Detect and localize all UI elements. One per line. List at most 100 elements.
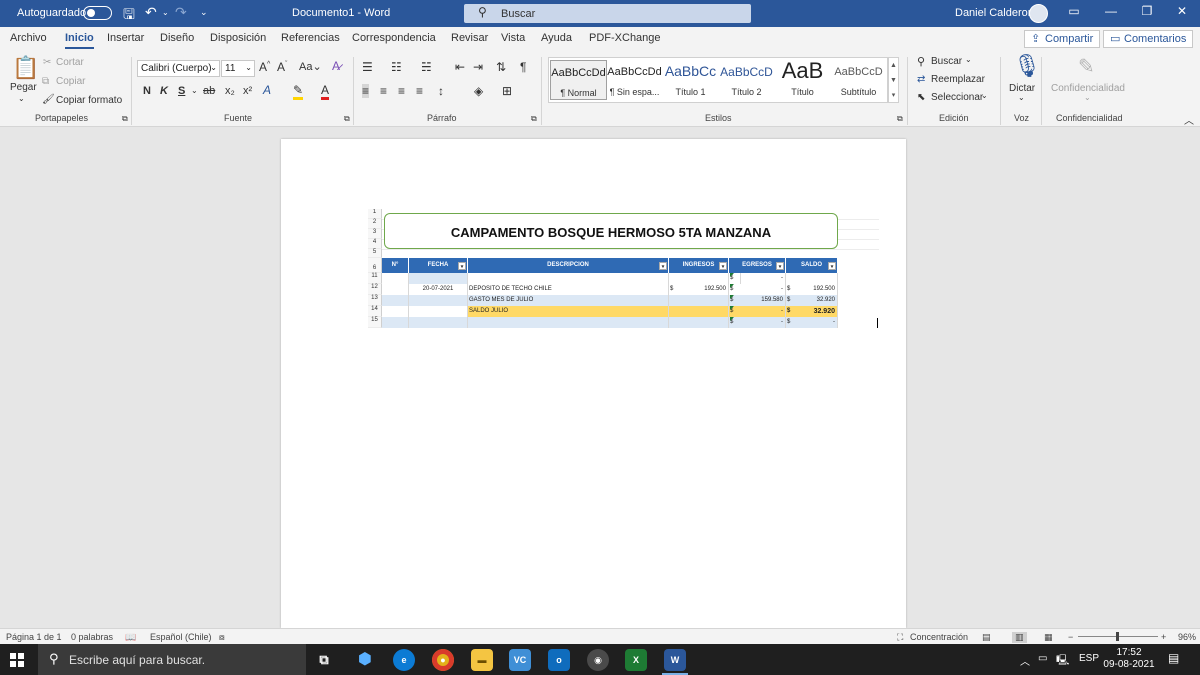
- align-center-icon[interactable]: ≡: [380, 84, 387, 98]
- undo-dropdown-icon[interactable]: ⌄: [162, 8, 169, 17]
- font-launcher-icon[interactable]: ⧉: [344, 114, 350, 124]
- chevron-up-icon[interactable]: ▲: [889, 58, 898, 73]
- battery-icon[interactable]: ▭: [1038, 653, 1047, 664]
- filter-dropdown-icon[interactable]: ▾: [776, 262, 784, 270]
- replace-icon[interactable]: ⇄: [917, 74, 925, 85]
- chevron-down-icon[interactable]: ▼: [889, 73, 898, 88]
- cell-fecha[interactable]: [409, 295, 468, 306]
- style-no-spacing[interactable]: AaBbCcDd ¶ Sin espa...: [606, 60, 663, 100]
- show-hidden-icons-icon[interactable]: ︿: [1020, 653, 1030, 668]
- chevron-down-icon[interactable]: ⌄: [1018, 93, 1025, 102]
- zoom-level[interactable]: 96%: [1178, 632, 1196, 642]
- underline-dropdown-icon[interactable]: ⌄: [191, 86, 198, 95]
- tab-ayuda[interactable]: Ayuda: [541, 32, 572, 44]
- embedded-spreadsheet[interactable]: 1 2 3 4 5 6 11 12 13 14 15 CAMPAMENTO BO…: [368, 209, 879, 330]
- style-normal[interactable]: AaBbCcDd ¶ Normal: [550, 60, 607, 100]
- cell-descripcion[interactable]: GASTO MES DE JULIO: [468, 295, 669, 306]
- paste-dropdown-icon[interactable]: ⌄: [18, 94, 25, 103]
- style-title[interactable]: AaB Título: [774, 58, 831, 100]
- task-view-icon[interactable]: ⧉: [313, 649, 335, 671]
- input-language[interactable]: ESP: [1079, 653, 1099, 664]
- style-heading-2[interactable]: AaBbCcD Título 2: [718, 60, 775, 100]
- cell-egresos[interactable]: 159.580: [741, 295, 786, 306]
- strikethrough-icon[interactable]: ab: [203, 85, 215, 97]
- collapse-ribbon-icon[interactable]: ︿: [1184, 112, 1194, 127]
- zoom-out-icon[interactable]: −: [1068, 632, 1073, 642]
- styles-launcher-icon[interactable]: ⧉: [897, 114, 903, 124]
- proofing-icon[interactable]: 📖: [125, 632, 136, 643]
- select-label[interactable]: Seleccionar: [931, 92, 983, 103]
- justify-icon[interactable]: ≡: [416, 84, 423, 98]
- underline-button[interactable]: S: [178, 85, 185, 97]
- focus-label[interactable]: Concentración: [910, 632, 968, 642]
- system-clock[interactable]: 17:52 09-08-2021: [1101, 647, 1157, 671]
- outlook-icon[interactable]: o: [548, 649, 570, 671]
- select-icon[interactable]: ⬉: [917, 92, 925, 103]
- clear-formatting-icon[interactable]: A̷: [332, 59, 340, 73]
- close-icon[interactable]: ✕: [1172, 4, 1192, 22]
- cell-egresos[interactable]: -: [741, 284, 786, 295]
- network-icon[interactable]: 🖳: [1056, 653, 1069, 670]
- cell-ingresos-currency[interactable]: $: [669, 284, 681, 295]
- taskbar-search[interactable]: ⚲ Escribe aquí para buscar.: [38, 644, 306, 675]
- line-spacing-icon[interactable]: ↕: [438, 84, 444, 98]
- page-count[interactable]: Página 1 de 1: [6, 632, 62, 642]
- focus-icon[interactable]: ⛶: [897, 632, 903, 643]
- cell-ingresos[interactable]: [669, 295, 729, 306]
- increase-indent-icon[interactable]: ⇥: [473, 60, 483, 74]
- cell-saldo[interactable]: 192.500: [798, 284, 838, 295]
- filter-dropdown-icon[interactable]: ▾: [828, 262, 836, 270]
- cell-ingresos[interactable]: [669, 317, 729, 328]
- ribbon-display-options-icon[interactable]: ▭: [1064, 4, 1084, 22]
- autosave-toggle[interactable]: [83, 6, 112, 20]
- edge-icon[interactable]: e: [393, 649, 415, 671]
- document-canvas[interactable]: 1 2 3 4 5 6 11 12 13 14 15 CAMPAMENTO BO…: [0, 127, 1200, 628]
- word-count[interactable]: 0 palabras: [71, 632, 113, 642]
- tab-diseno[interactable]: Diseño: [160, 32, 194, 44]
- restore-icon[interactable]: ❐: [1137, 4, 1157, 22]
- styles-gallery-scroll[interactable]: ▲ ▼ ▾: [888, 57, 899, 103]
- zoom-slider-thumb[interactable]: [1116, 632, 1119, 641]
- filter-dropdown-icon[interactable]: ▾: [719, 262, 727, 270]
- cell-saldo-currency[interactable]: $: [786, 306, 798, 317]
- minimize-icon[interactable]: —: [1101, 4, 1121, 22]
- tab-archivo[interactable]: Archivo: [10, 32, 47, 44]
- cell-descripcion[interactable]: DEPOSITO DE TECHO CHILE: [468, 284, 669, 295]
- change-case-icon[interactable]: Aa⌄: [299, 60, 322, 73]
- cell-ingresos[interactable]: [669, 306, 729, 317]
- font-color-icon[interactable]: A: [321, 83, 330, 100]
- vc-app-icon[interactable]: VC: [509, 649, 531, 671]
- paste-icon[interactable]: 📋: [12, 55, 39, 81]
- borders-icon[interactable]: ⊞: [502, 84, 512, 98]
- more-icon[interactable]: ▾: [889, 88, 898, 103]
- document-page[interactable]: 1 2 3 4 5 6 11 12 13 14 15 CAMPAMENTO BO…: [281, 139, 906, 628]
- shading-icon[interactable]: ◈: [474, 84, 483, 98]
- media-app-icon[interactable]: ◉: [587, 649, 609, 671]
- comments-button[interactable]: ▭ Comentarios: [1103, 30, 1194, 48]
- save-icon[interactable]: 🖫: [123, 4, 135, 28]
- cell-n[interactable]: [382, 273, 409, 284]
- customize-qat-icon[interactable]: ⌄: [200, 7, 208, 18]
- chrome-icon[interactable]: ●: [432, 649, 454, 671]
- cell-descripcion[interactable]: [468, 317, 669, 328]
- zoom-in-icon[interactable]: +: [1161, 632, 1166, 642]
- font-size-select[interactable]: 11 ⌄: [221, 60, 255, 77]
- word-icon[interactable]: W: [662, 649, 688, 675]
- show-formatting-icon[interactable]: ¶: [520, 60, 526, 74]
- cell-n[interactable]: [382, 317, 409, 328]
- cell-egresos[interactable]: -: [741, 317, 786, 328]
- paragraph-launcher-icon[interactable]: ⧉: [531, 114, 537, 124]
- cell-n[interactable]: [382, 295, 409, 306]
- tab-vista[interactable]: Vista: [501, 32, 525, 44]
- cell-fecha[interactable]: [409, 306, 468, 317]
- cell-saldo-currency[interactable]: $: [786, 295, 798, 306]
- italic-button[interactable]: K: [160, 85, 168, 97]
- windows-start-icon[interactable]: [10, 653, 24, 667]
- cell-fecha[interactable]: [409, 317, 468, 328]
- cell-fecha[interactable]: 20-07-2021: [409, 284, 468, 295]
- microphone-icon[interactable]: 🎙: [1013, 53, 1041, 79]
- align-left-icon[interactable]: ≡: [362, 84, 370, 98]
- cell-egresos[interactable]: -: [741, 273, 786, 284]
- format-painter-icon[interactable]: 🖌: [42, 94, 55, 105]
- tab-referencias[interactable]: Referencias: [281, 32, 340, 44]
